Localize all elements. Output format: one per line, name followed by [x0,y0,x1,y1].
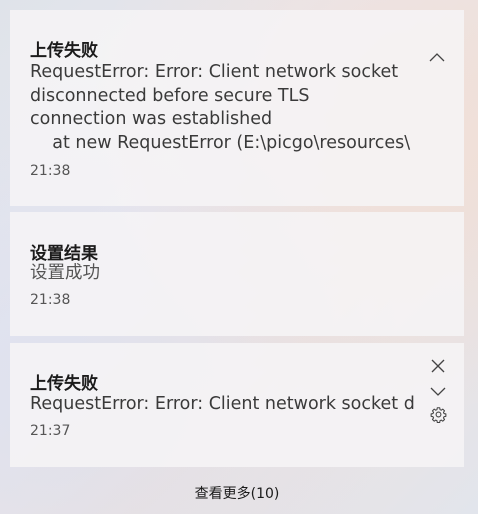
notification-card[interactable]: 上传失败 RequestError: Error: Client network… [10,343,464,467]
notification-title: 上传失败 [30,374,98,394]
chevron-down-icon[interactable] [429,384,447,398]
notification-title: 上传失败 [30,41,98,61]
notification-body: 设置成功 [30,263,100,283]
chevron-up-icon[interactable] [428,50,446,64]
see-more-link[interactable]: 查看更多(10) [0,483,474,503]
notification-card[interactable]: 设置结果 设置成功 21:38 [10,212,464,336]
close-icon[interactable] [430,358,446,374]
notification-card[interactable]: 上传失败 RequestError: Error: Client network… [10,10,464,206]
notification-body: RequestError: Error: Client network sock… [30,394,415,414]
notification-time: 21:38 [30,163,71,179]
gear-icon[interactable] [430,406,447,423]
notification-time: 21:37 [30,423,71,439]
notification-title: 设置结果 [30,244,98,264]
notification-time: 21:38 [30,292,71,308]
notification-body: RequestError: Error: Client network sock… [30,62,411,153]
